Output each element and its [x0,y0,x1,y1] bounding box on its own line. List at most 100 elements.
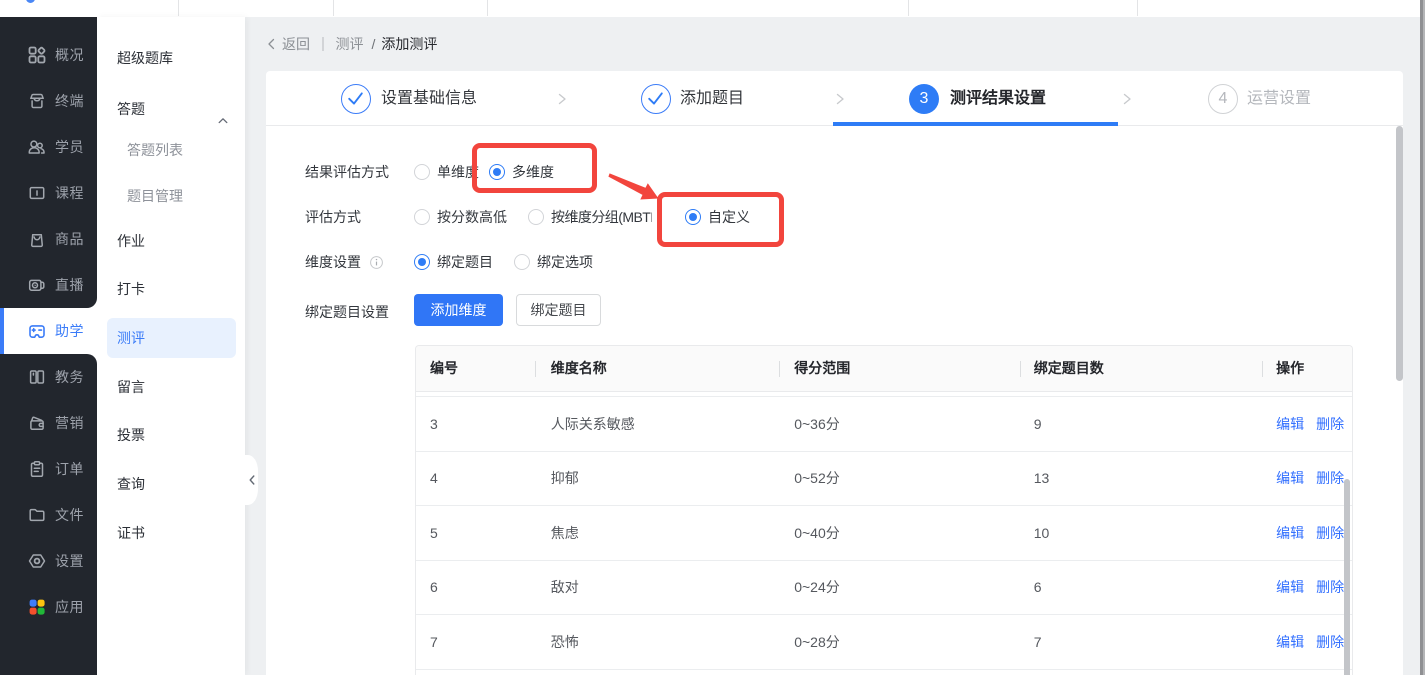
submenu-item-assessment[interactable]: 测评 [107,318,236,358]
radio-single-dimension[interactable]: 单维度 [414,162,479,182]
cell-score-range: 0~28分 [779,632,1019,652]
content-card: 设置基础信息 添加题目 3 测评结果设置 4 运营设置 结果评估方式 单维度 [266,71,1403,675]
col-header-actions: 操作 [1262,346,1352,391]
radio-circle-checked[interactable] [414,254,430,270]
radio-circle[interactable] [414,164,430,180]
form-label-text: 维度设置 [305,254,361,270]
radio-bind-options[interactable]: 绑定选项 [514,252,593,272]
col-header-label: 得分范围 [794,360,850,376]
submenu-item-question-management[interactable]: 题目管理 [97,176,245,216]
breadcrumb-parent[interactable]: 测评 [336,34,364,54]
sidebar-item-label: 终端 [55,91,84,111]
sidebar-item-orders[interactable]: 订单 [0,446,97,492]
live-camera-icon [28,276,46,294]
radio-bind-questions[interactable]: 绑定题目 [414,252,493,272]
step-3-circle[interactable]: 3 [909,84,939,114]
step-number: 3 [920,90,929,107]
submenu-item-voting[interactable]: 投票 [97,415,245,455]
step-2-label[interactable]: 添加题目 [680,71,744,126]
cell-dimension-name: 恐怖 [535,632,779,652]
radio-circle[interactable] [528,209,544,225]
step-number: 4 [1219,90,1228,107]
add-dimension-button[interactable]: 添加维度 [414,294,503,326]
step-4-circle[interactable]: 4 [1208,84,1238,114]
column-separator [1262,361,1263,377]
submenu-item-messages[interactable]: 留言 [97,367,245,407]
submenu-item-label: 超级题库 [117,50,173,66]
sidebar-item-students[interactable]: 学员 [0,124,97,170]
sidebar-item-goods[interactable]: 商品 [0,216,97,262]
delete-link[interactable]: 删除 [1316,525,1344,541]
radio-circle[interactable] [414,209,430,225]
edit-link[interactable]: 编辑 [1276,634,1304,650]
edit-link[interactable]: 编辑 [1276,470,1304,486]
radio-by-score[interactable]: 按分数高低 [414,207,507,227]
sidebar-item-label: 商品 [55,229,84,249]
academic-book-icon [28,368,46,386]
submenu-item-query[interactable]: 查询 [97,464,245,504]
edit-link[interactable]: 编辑 [1276,579,1304,595]
step-2-circle[interactable] [641,84,671,114]
tab-separator [178,0,179,16]
step-separator-icon [555,92,569,109]
submenu-item-checkin[interactable]: 打卡 [97,269,245,309]
cell-no: 4 [416,470,535,486]
order-clipboard-icon [28,460,46,478]
radio-circle[interactable] [514,254,530,270]
secondary-sidebar: 超级题库 答题 答题列表 题目管理 作业 打卡 测评 留言 投票 查询 证书 [97,17,245,675]
sidebar-item-terminal[interactable]: 终端 [0,78,97,124]
radio-by-dimension-group[interactable]: 按维度分组(MBTI) [528,207,652,227]
page-scrollbar-thumb[interactable] [1396,126,1403,381]
submenu-item-certificate[interactable]: 证书 [97,513,245,553]
bind-question-button[interactable]: 绑定题目 [516,294,601,326]
sidebar-item-overview[interactable]: 概况 [0,32,97,78]
sidebar-item-settings[interactable]: 设置 [0,538,97,584]
sidebar-item-academics[interactable]: 教务 [0,354,97,400]
delete-link[interactable]: 删除 [1316,579,1344,595]
sidebar-item-label: 订单 [55,459,84,479]
sidebar-item-courses[interactable]: 课程 [0,170,97,216]
breadcrumb-current: 添加测评 [381,34,437,54]
delete-link[interactable]: 删除 [1316,470,1344,486]
sidebar-item-files[interactable]: 文件 [0,492,97,538]
edit-link[interactable]: 编辑 [1276,416,1304,432]
submenu-item-answer-list[interactable]: 答题列表 [97,130,245,170]
info-circle-icon[interactable] [370,256,383,272]
step-1-circle[interactable] [341,84,371,114]
step-1-label[interactable]: 设置基础信息 [381,71,477,126]
radio-label: 绑定题目 [430,252,493,272]
submenu-item-answering[interactable]: 答题 [97,89,245,129]
step-4-label[interactable]: 运营设置 [1247,71,1311,126]
study-gamepad-icon [28,322,46,340]
step-3-label[interactable]: 测评结果设置 [950,71,1046,126]
delete-link[interactable]: 删除 [1316,634,1344,650]
sidebar-collapse-handle[interactable] [245,455,258,505]
storefront-icon [28,92,46,110]
sidebar-item-live[interactable]: 直播 [0,262,97,308]
column-separator [779,361,780,377]
submenu-item-homework[interactable]: 作业 [97,221,245,261]
col-header-label: 绑定题目数 [1034,360,1104,376]
breadcrumb-divider: / [372,36,376,52]
form-label-dimension-setting: 维度设置 [305,252,383,272]
active-indicator-bar [0,308,4,354]
col-header-label: 操作 [1276,360,1304,376]
students-icon [28,138,46,156]
cell-actions: 编辑删除 [1262,577,1352,597]
chevron-left-icon [248,474,256,486]
cell-no: 7 [416,634,535,650]
cell-score-range: 0~52分 [779,468,1019,488]
radio-label: 绑定选项 [530,252,593,272]
submenu-item-super-question-bank[interactable]: 超级题库 [97,38,245,78]
submenu-item-label: 作业 [117,233,145,249]
radio-label: 按维度分组(MBTI) [544,207,652,227]
course-book-icon [28,184,46,202]
sidebar-item-marketing[interactable]: 营销 [0,400,97,446]
delete-link[interactable]: 删除 [1316,416,1344,432]
sidebar-item-study-aid[interactable]: 助学 [0,308,97,354]
cell-actions: 编辑删除 [1262,468,1352,488]
back-button[interactable]: 返回 [266,34,310,54]
sidebar-item-apps[interactable]: 应用 [0,584,97,630]
edit-link[interactable]: 编辑 [1276,525,1304,541]
table-scrollbar-thumb[interactable] [1344,479,1350,675]
